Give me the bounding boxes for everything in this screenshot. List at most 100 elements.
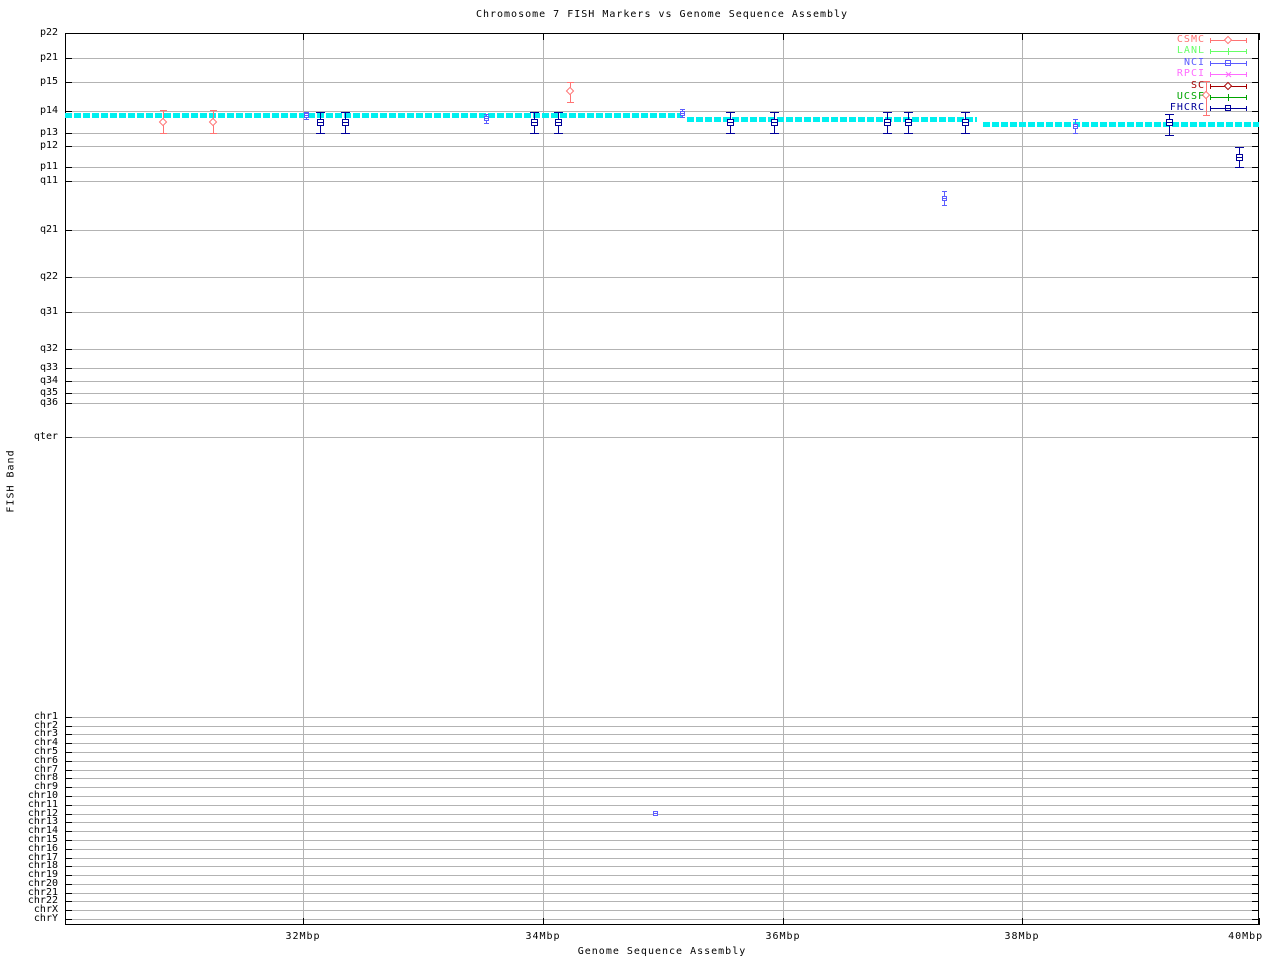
- FHCRC-marker-dash: [532, 122, 537, 123]
- CSMC-errorbar-cap: [210, 110, 217, 111]
- FHCRC-marker-dash: [728, 122, 733, 123]
- y-band-label: p22: [39, 27, 58, 38]
- assembly-segment: [65, 113, 683, 118]
- NCI-errorbar-cap: [484, 123, 489, 124]
- legend-sample-cap: [1210, 61, 1211, 66]
- FHCRC-marker: [317, 119, 324, 126]
- NCI-marker: [304, 113, 309, 118]
- FHCRC-marker-dash: [343, 122, 348, 123]
- legend-label-fhcrc: FHCRC: [1169, 102, 1205, 113]
- NCI-marker-dash: [654, 813, 657, 814]
- NCI-errorbar-cap: [484, 114, 489, 115]
- FHCRC-errorbar-cap: [554, 133, 563, 134]
- CSMC-errorbar-cap: [160, 110, 167, 111]
- legend-sample-cap: [1246, 72, 1247, 77]
- FHCRC-errorbar-cap: [883, 112, 892, 113]
- x-tick-label: 34Mbp: [525, 931, 561, 942]
- legend-sample-cap: [1210, 49, 1211, 54]
- x-tick-label: 38Mbp: [1004, 931, 1040, 942]
- y-band-label: q33: [39, 362, 58, 373]
- FHCRC-marker-dash: [1167, 122, 1172, 123]
- FHCRC-marker: [771, 119, 778, 126]
- legend-sample-marker: [1225, 105, 1231, 111]
- legend-sample-marker-v: [1228, 94, 1229, 101]
- y-band-label: p11: [39, 161, 58, 172]
- legend-sample-marker-dash: [1226, 63, 1230, 64]
- FHCRC-errorbar-cap: [316, 112, 325, 113]
- y-band-label: q22: [39, 271, 58, 282]
- x-tick-label: 32Mbp: [285, 931, 321, 942]
- FHCRC-errorbar-cap: [530, 133, 539, 134]
- FHCRC-errorbar-cap: [883, 133, 892, 134]
- FHCRC-marker: [727, 119, 734, 126]
- NCI-marker: [942, 196, 947, 201]
- FHCRC-marker: [905, 119, 912, 126]
- FHCRC-marker: [342, 119, 349, 126]
- legend-sample-marker: [1225, 48, 1232, 55]
- y-band-label: q34: [39, 375, 58, 386]
- legend-label-sc: SC: [1190, 80, 1205, 91]
- FHCRC-errorbar-cap: [341, 133, 350, 134]
- y-band-label: p12: [39, 140, 58, 151]
- legend-sample-cap: [1210, 95, 1211, 100]
- FHCRC-marker: [531, 119, 538, 126]
- FHCRC-errorbar-cap: [316, 133, 325, 134]
- FHCRC-errorbar-cap: [770, 133, 779, 134]
- NCI-marker-dash: [485, 118, 488, 119]
- legend-label-rpci: RPCI: [1176, 68, 1205, 79]
- assembly-segment: [983, 122, 1259, 127]
- NCI-marker: [680, 111, 685, 116]
- NCI-errorbar-cap: [680, 109, 685, 110]
- y-band-label: q31: [39, 306, 58, 317]
- legend-sample-cap: [1210, 106, 1211, 111]
- CSMC-errorbar-cap: [160, 133, 167, 134]
- legend-sample-cap: [1246, 84, 1247, 89]
- CSMC-errorbar-cap: [1203, 115, 1210, 116]
- FHCRC-marker-dash: [906, 122, 911, 123]
- legend-sample-cap: [1246, 61, 1247, 66]
- legend-sample-marker: [1225, 94, 1232, 101]
- FHCRC-errorbar-cap: [961, 133, 970, 134]
- x-tick-top: [1259, 33, 1260, 40]
- NCI-errorbar-cap: [680, 117, 685, 118]
- NCI-marker-dash: [943, 198, 946, 199]
- NCI-errorbar-cap: [942, 191, 947, 192]
- NCI-errorbar-cap: [942, 205, 947, 206]
- x-axis-title: Genome Sequence Assembly: [577, 946, 747, 957]
- y-axis-title: FISH Band: [5, 449, 17, 513]
- x-tick-label: 40Mbp: [1228, 931, 1264, 942]
- legend-sample-cap: [1210, 84, 1211, 89]
- y-band-label: qter: [33, 431, 58, 442]
- legend-label-csmc: CSMC: [1176, 34, 1205, 45]
- legend-sample-cap: [1246, 95, 1247, 100]
- y-band-label: q11: [39, 175, 58, 186]
- legend-label-ucsf: UCSF: [1176, 91, 1205, 102]
- FHCRC-marker-dash: [963, 122, 968, 123]
- legend-sample-marker-dash: [1226, 108, 1230, 109]
- FHCRC-errorbar-cap: [726, 112, 735, 113]
- FHCRC-errorbar-cap: [1165, 114, 1174, 115]
- NCI-marker: [1073, 124, 1078, 129]
- y-band-label: p14: [39, 105, 58, 116]
- FHCRC-errorbar-cap: [530, 112, 539, 113]
- FHCRC-marker-dash: [885, 122, 890, 123]
- legend-sample-cap: [1210, 38, 1211, 43]
- NCI-marker-dash: [305, 115, 308, 116]
- FHCRC-marker: [1166, 119, 1173, 126]
- FHCRC-errorbar-cap: [726, 133, 735, 134]
- FHCRC-errorbar-cap: [1235, 167, 1244, 168]
- CSMC-errorbar-cap: [567, 82, 574, 83]
- chart-title: Chromosome 7 FISH Markers vs Genome Sequ…: [475, 9, 849, 20]
- y-band-label: q36: [39, 397, 58, 408]
- NCI-marker: [653, 811, 658, 816]
- NCI-errorbar-cap: [1073, 133, 1078, 134]
- FHCRC-marker: [962, 119, 969, 126]
- NCI-marker: [484, 116, 489, 121]
- FHCRC-marker-dash: [1237, 157, 1242, 158]
- NCI-errorbar-cap: [1073, 119, 1078, 120]
- y-band-label: chrY: [33, 913, 58, 924]
- plot-border: [65, 33, 1259, 925]
- FHCRC-marker: [884, 119, 891, 126]
- FHCRC-errorbar-cap: [961, 112, 970, 113]
- y-band-label: p13: [39, 127, 58, 138]
